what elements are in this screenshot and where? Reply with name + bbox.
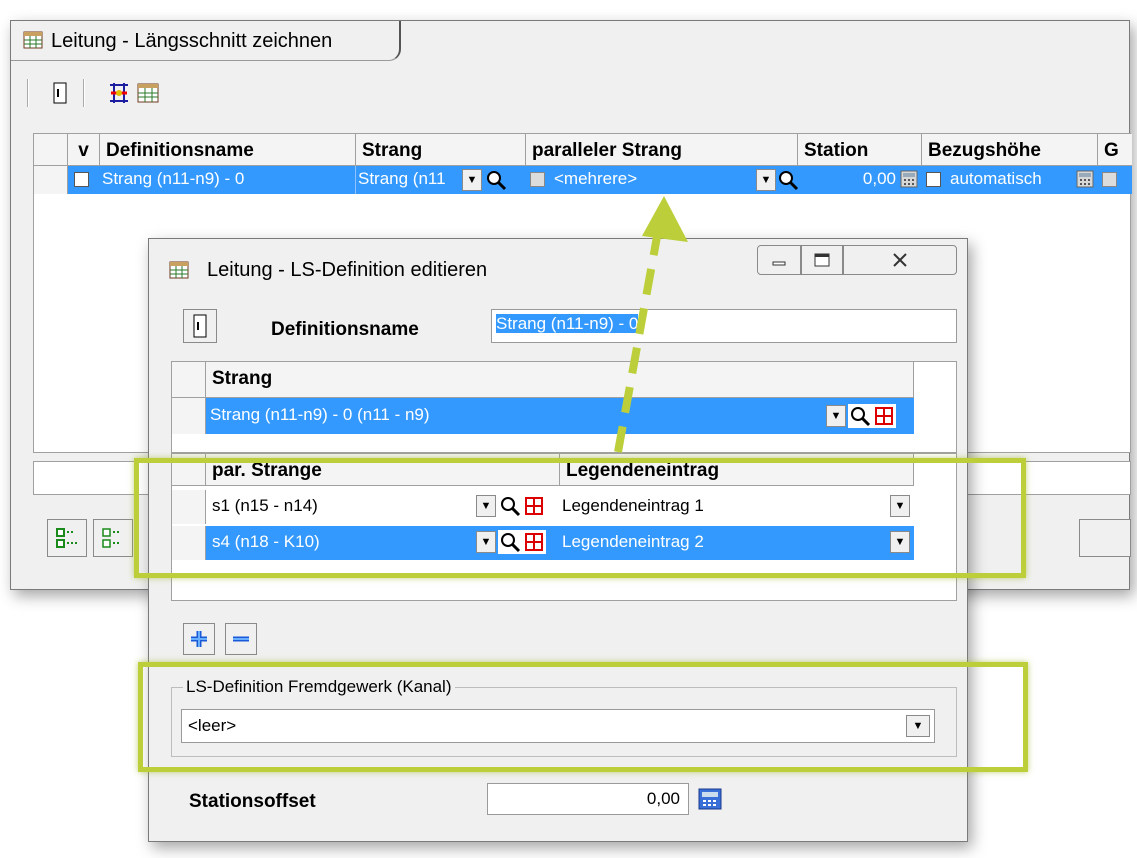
annotation-arrow: [614, 196, 688, 453]
